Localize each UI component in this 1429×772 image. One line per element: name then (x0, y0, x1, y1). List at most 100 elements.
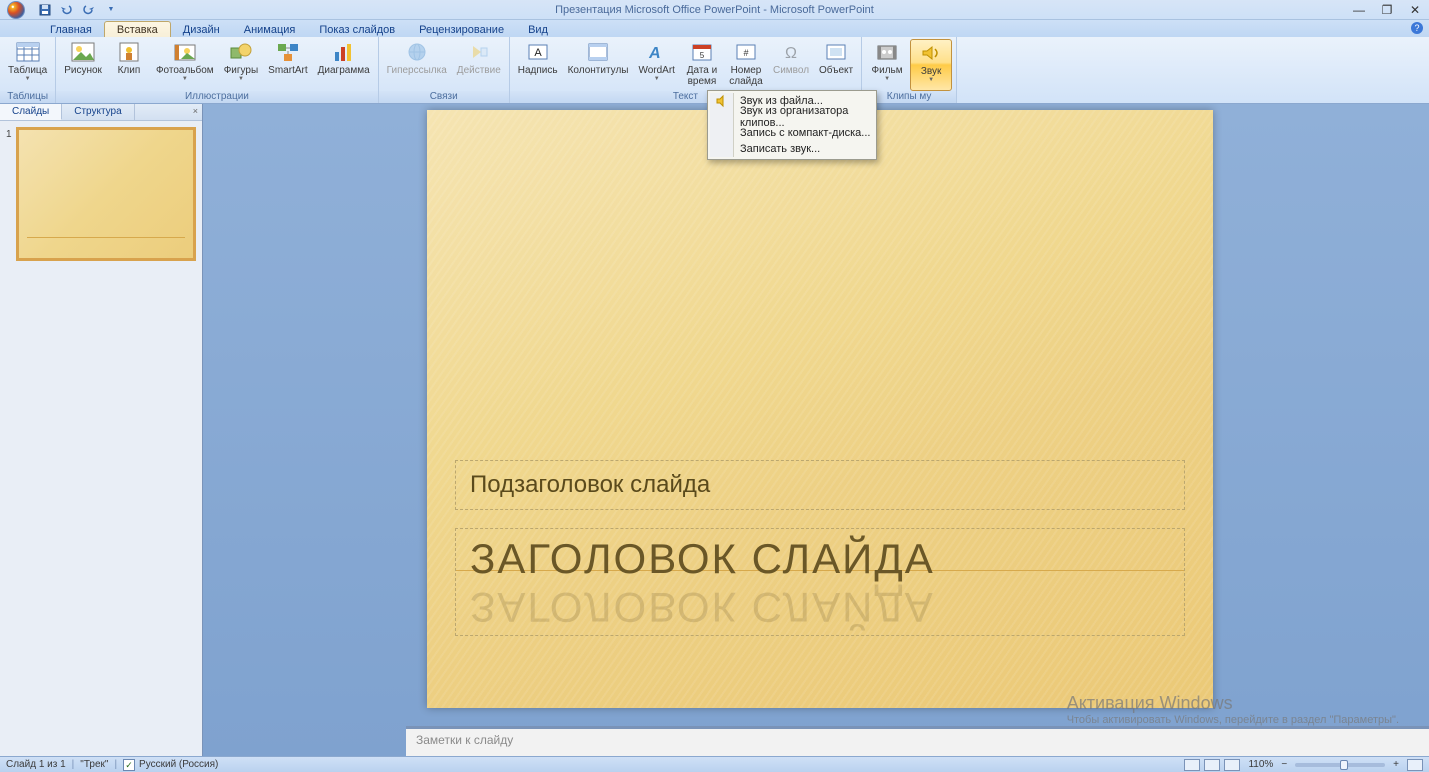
object-button[interactable]: Объект (815, 39, 857, 91)
textbox-button[interactable]: A Надпись (514, 39, 562, 91)
smartart-button[interactable]: SmartArt (264, 39, 311, 91)
close-button[interactable]: ✕ (1401, 0, 1429, 20)
zoom-slider-thumb[interactable] (1340, 760, 1348, 770)
fit-to-window-button[interactable] (1407, 759, 1423, 771)
qat-dropdown-icon[interactable]: ▼ (104, 3, 118, 17)
photoalbum-icon (172, 41, 198, 63)
sound-button[interactable]: Звук▼ (910, 39, 952, 91)
zoom-slider[interactable] (1295, 763, 1385, 767)
button-label: Фильм (872, 65, 903, 76)
clip-button[interactable]: Клип (108, 39, 150, 91)
menu-item-record-sound[interactable]: Записать звук... (710, 141, 874, 157)
button-label: Фотоальбом (156, 65, 214, 76)
subtitle-text: Подзаголовок слайда (470, 471, 710, 499)
button-label: Гиперссылка (387, 65, 447, 76)
picture-button[interactable]: Рисунок (60, 39, 106, 91)
table-button[interactable]: Таблица ▼ (4, 39, 51, 91)
table-icon (15, 41, 41, 63)
headerfooter-button[interactable]: Колонтитулы (564, 39, 633, 91)
button-label: Таблица (8, 65, 47, 76)
watermark-line2: Чтобы активировать Windows, перейдите в … (1067, 714, 1399, 726)
tab-design[interactable]: Дизайн (171, 22, 232, 37)
dropdown-arrow-icon: ▼ (182, 76, 188, 82)
shapes-button[interactable]: Фигуры▼ (220, 39, 262, 91)
button-label: SmartArt (268, 65, 307, 76)
object-icon (823, 41, 849, 63)
sorter-view-button[interactable] (1204, 759, 1220, 771)
wordart-button[interactable]: AWordArt▼ (634, 39, 679, 91)
slide-editor[interactable]: Подзаголовок слайда ЗАГОЛОВОК СЛАЙДА ЗАГ… (203, 104, 1429, 756)
window-controls: — ❐ ✕ (1345, 0, 1429, 20)
tab-slideshow[interactable]: Показ слайдов (307, 22, 407, 37)
group-label: Иллюстрации (56, 91, 377, 103)
office-button[interactable] (2, 0, 30, 20)
button-label: WordArt (638, 65, 675, 76)
slidenumber-button[interactable]: #Номер слайда (725, 39, 767, 91)
tab-view[interactable]: Вид (516, 22, 560, 37)
action-button: Действие (453, 39, 505, 91)
separator: | (114, 759, 117, 770)
thumbnail-list[interactable]: 1 (0, 121, 202, 756)
minimize-button[interactable]: — (1345, 0, 1373, 20)
zoom-out-button[interactable]: − (1281, 759, 1287, 770)
group-tables: Таблица ▼ Таблицы (0, 37, 56, 103)
tab-outline[interactable]: Структура (62, 104, 134, 120)
headerfooter-icon (585, 41, 611, 63)
thumbnail-item[interactable]: 1 (6, 127, 196, 261)
undo-icon[interactable] (60, 3, 74, 17)
hyperlink-button: Гиперссылка (383, 39, 451, 91)
button-label: Номер слайда (729, 65, 762, 87)
button-label: Клип (118, 65, 141, 76)
zoom-value[interactable]: 110% (1248, 759, 1273, 770)
subtitle-placeholder[interactable]: Подзаголовок слайда (455, 460, 1185, 510)
zoom-in-button[interactable]: + (1393, 759, 1399, 770)
title-placeholder[interactable]: ЗАГОЛОВОК СЛАЙДА ЗАГОЛОВОК СЛАЙДА (455, 528, 1185, 636)
datetime-button[interactable]: 5Дата и время (681, 39, 723, 91)
movie-button[interactable]: Фильм▼ (866, 39, 908, 91)
button-label: Фигуры (224, 65, 258, 76)
tab-review[interactable]: Рецензирование (407, 22, 516, 37)
save-icon[interactable] (38, 3, 52, 17)
thumbnail-number: 1 (6, 127, 12, 261)
title-reflection: ЗАГОЛОВОК СЛАЙДА (470, 583, 935, 631)
button-label: Дата и время (687, 65, 718, 87)
redo-icon[interactable] (82, 3, 96, 17)
notes-pane[interactable]: Заметки к слайду (406, 726, 1429, 756)
wordart-icon: A (644, 41, 670, 63)
group-label: Связи (379, 91, 509, 103)
svg-text:Ω: Ω (785, 45, 797, 62)
slide-canvas[interactable]: Подзаголовок слайда ЗАГОЛОВОК СЛАЙДА ЗАГ… (427, 110, 1213, 708)
chart-button[interactable]: Диаграмма (314, 39, 374, 91)
slides-panel: Слайды Структура × 1 (0, 104, 203, 756)
chart-icon (331, 41, 357, 63)
slidenumber-icon: # (733, 41, 759, 63)
svg-text:A: A (534, 47, 542, 59)
symbol-icon: Ω (778, 41, 804, 63)
button-label: Надпись (518, 65, 558, 76)
slides-panel-tabs: Слайды Структура × (0, 104, 202, 121)
panel-close-icon[interactable]: × (193, 106, 198, 116)
movie-icon (874, 41, 900, 63)
photoalbum-button[interactable]: Фотоальбом▼ (152, 39, 218, 91)
status-slide-counter: Слайд 1 из 1 (6, 759, 66, 770)
menu-item-record-from-cd[interactable]: Запись с компакт-диска... (710, 125, 874, 141)
tab-home[interactable]: Главная (38, 22, 104, 37)
status-language[interactable]: Русский (Россия) (139, 759, 218, 770)
help-icon[interactable]: ? (1411, 22, 1423, 34)
tab-animation[interactable]: Анимация (232, 22, 308, 37)
clip-icon (116, 41, 142, 63)
button-label: Диаграмма (318, 65, 370, 76)
slideshow-view-button[interactable] (1224, 759, 1240, 771)
separator: | (72, 759, 75, 770)
status-right: 110% − + (1184, 759, 1423, 771)
tab-insert[interactable]: Вставка (104, 21, 171, 37)
watermark-line1: Активация Windows (1067, 693, 1399, 714)
menu-item-sound-from-organizer[interactable]: Звук из организатора клипов... (710, 109, 874, 125)
maximize-button[interactable]: ❐ (1373, 0, 1401, 20)
spellcheck-icon[interactable]: ✓ (123, 759, 135, 771)
normal-view-button[interactable] (1184, 759, 1200, 771)
button-label: Объект (819, 65, 853, 76)
slide-thumbnail[interactable] (16, 127, 196, 261)
title-text: ЗАГОЛОВОК СЛАЙДА (470, 535, 935, 583)
tab-slides[interactable]: Слайды (0, 104, 62, 120)
